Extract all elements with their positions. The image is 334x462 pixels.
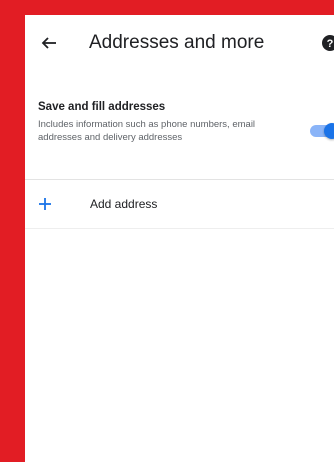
help-icon[interactable]: ?: [321, 34, 334, 52]
add-address-label: Add address: [90, 197, 158, 211]
page-title: Addresses and more: [89, 32, 265, 53]
toggle-thumb: [324, 123, 334, 139]
setting-title: Save and fill addresses: [38, 101, 166, 113]
setting-description: Includes information such as phone numbe…: [38, 119, 256, 143]
red-frame: Addresses and more ? Save and fill addre…: [0, 0, 334, 462]
top-app-bar: Addresses and more ?: [25, 15, 334, 71]
save-fill-addresses-setting: Save and fill addresses Includes informa…: [25, 89, 334, 180]
save-fill-addresses-toggle[interactable]: [310, 123, 334, 139]
add-address-button[interactable]: Add address: [25, 180, 334, 229]
plus-icon: [38, 197, 52, 211]
arrow-back-icon[interactable]: [39, 33, 59, 53]
settings-screen: Addresses and more ? Save and fill addre…: [25, 15, 334, 462]
svg-text:?: ?: [327, 38, 334, 50]
